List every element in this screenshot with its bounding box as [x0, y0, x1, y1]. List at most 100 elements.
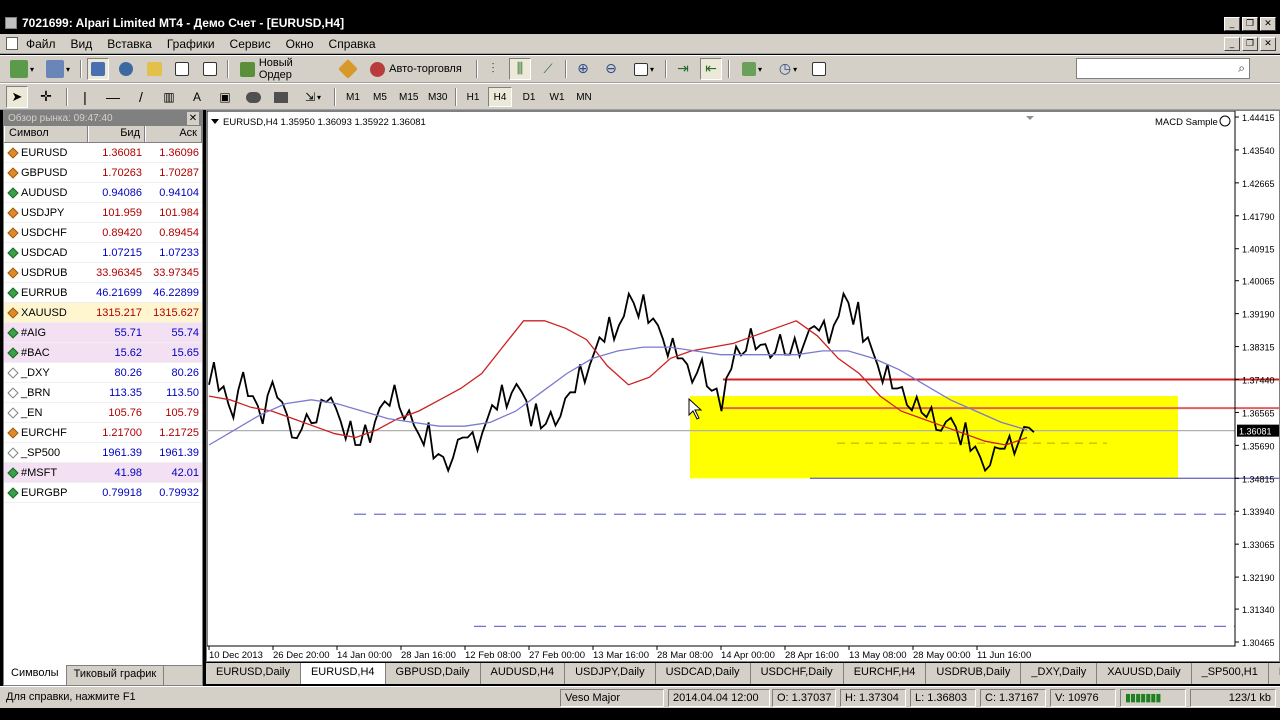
- arrows-tool[interactable]: ⇲ ▾: [298, 86, 328, 108]
- text-tool[interactable]: A: [186, 86, 208, 108]
- chart-tab[interactable]: EURUSD,Daily: [206, 663, 301, 684]
- channel-tool[interactable]: ▥: [158, 86, 180, 108]
- column-bid[interactable]: Бид: [88, 126, 145, 142]
- zoom-in-button[interactable]: ⊕: [572, 58, 594, 80]
- tester-button[interactable]: [199, 58, 221, 80]
- menu-file[interactable]: Файл: [26, 37, 56, 51]
- symbol-row[interactable]: #MSFT 41.98 42.01: [4, 463, 202, 483]
- time-axis-label: 14 Apr 00:00: [721, 650, 775, 661]
- chart-window[interactable]: 1.44415 1.43540 1.42665 1.41790 1.40915 1.400…: [206, 110, 1280, 662]
- symbol-row[interactable]: AUDUSD 0.94086 0.94104: [4, 183, 202, 203]
- vertical-line-tool[interactable]: |: [74, 86, 96, 108]
- chart-shift-button[interactable]: ⇤: [700, 58, 722, 80]
- symbol-row[interactable]: EURRUB 46.21699 46.22899: [4, 283, 202, 303]
- symbol-row[interactable]: _DXY 80.26 80.26: [4, 363, 202, 383]
- symbol-row[interactable]: USDCAD 1.07215 1.07233: [4, 243, 202, 263]
- navigator-button[interactable]: [143, 58, 165, 80]
- child-close-button[interactable]: ✕: [1260, 37, 1276, 51]
- tile-windows-button[interactable]: ▾: [628, 58, 660, 80]
- restore-button[interactable]: ❐: [1242, 17, 1258, 31]
- time-axis-label: 28 Jan 16:00: [401, 650, 456, 661]
- chart-tab[interactable]: GBPUSD,Daily: [386, 663, 481, 684]
- minimize-button[interactable]: _: [1224, 17, 1240, 31]
- symbol-row[interactable]: #AIG 55.71 55.74: [4, 323, 202, 343]
- chart-tab[interactable]: EURCHF,H4: [844, 663, 927, 684]
- symbol-row[interactable]: _SP500 1961.39 1961.39: [4, 443, 202, 463]
- search-icon[interactable]: ⌕: [1238, 61, 1245, 76]
- menu-tools[interactable]: Сервис: [230, 37, 271, 51]
- metaeditor-button[interactable]: [337, 58, 359, 80]
- symbol-name: USDCAD: [21, 246, 68, 259]
- candles-button[interactable]: ⫼: [509, 58, 531, 80]
- indicators-button[interactable]: ▾: [736, 58, 768, 80]
- child-restore-button[interactable]: ❐: [1242, 37, 1258, 51]
- price-chart[interactable]: 1.44415 1.43540 1.42665 1.41790 1.40915 1.400…: [207, 111, 1279, 661]
- menu-charts[interactable]: Графики: [167, 37, 215, 51]
- timeframe-mn[interactable]: MN: [572, 87, 596, 107]
- timeframe-h4[interactable]: H4: [488, 87, 512, 107]
- chart-tab[interactable]: EURUSD,H4: [300, 663, 386, 684]
- symbol-row[interactable]: USDJPY 101.959 101.984: [4, 203, 202, 223]
- timeframe-m30[interactable]: M30: [424, 87, 451, 107]
- menu-help[interactable]: Справка: [329, 37, 376, 51]
- symbol-row[interactable]: EURCHF 1.21700 1.21725: [4, 423, 202, 443]
- chart-tab[interactable]: USDRUB,Daily: [926, 663, 1022, 684]
- profiles-button[interactable]: ▾: [42, 58, 74, 80]
- search-input[interactable]: ⌕: [1076, 58, 1250, 79]
- symbol-row[interactable]: GBPUSD 1.70263 1.70287: [4, 163, 202, 183]
- rectangle-tool[interactable]: [270, 86, 292, 108]
- zoom-out-button[interactable]: ⊖: [600, 58, 622, 80]
- tab-tick-chart[interactable]: Тиковый график: [67, 666, 165, 685]
- timeframe-m5[interactable]: M5: [368, 87, 392, 107]
- ellipse-tool[interactable]: [242, 86, 264, 108]
- symbol-row[interactable]: USDCHF 0.89420 0.89454: [4, 223, 202, 243]
- chart-tab[interactable]: USDCHF,Daily: [751, 663, 844, 684]
- tab-symbols[interactable]: Символы: [4, 665, 67, 685]
- chart-tab[interactable]: USDCAD,Daily: [656, 663, 751, 684]
- close-button[interactable]: ✕: [1260, 17, 1276, 31]
- menu-window[interactable]: Окно: [286, 37, 314, 51]
- chart-tab[interactable]: _SP500,H1: [1192, 663, 1269, 684]
- timeframe-m1[interactable]: M1: [341, 87, 365, 107]
- chart-tab[interactable]: XAUUSD,Daily: [1097, 663, 1192, 684]
- data-window-button[interactable]: [115, 58, 137, 80]
- menu-insert[interactable]: Вставка: [107, 37, 152, 51]
- column-ask[interactable]: Аск: [145, 126, 202, 142]
- symbol-row[interactable]: #BAC 15.62 15.65: [4, 343, 202, 363]
- crosshair-tool[interactable]: ✛: [34, 86, 58, 108]
- trendline-tool[interactable]: /: [130, 86, 152, 108]
- chart-tab[interactable]: EURU: [1269, 663, 1280, 684]
- symbol-row[interactable]: EURGBP 0.79918 0.79932: [4, 483, 202, 503]
- symbol-row[interactable]: USDRUB 33.96345 33.97345: [4, 263, 202, 283]
- timeframe-h1[interactable]: H1: [461, 87, 485, 107]
- periods-button[interactable]: ◷ ▾: [772, 58, 804, 80]
- chart-tab[interactable]: _DXY,Daily: [1021, 663, 1098, 684]
- symbol-row[interactable]: _EN 105.76 105.79: [4, 403, 202, 423]
- templates-button[interactable]: [808, 58, 830, 80]
- cursor-tool[interactable]: ➤: [6, 86, 28, 108]
- line-chart-button[interactable]: ⟋: [537, 58, 559, 80]
- chart-tab[interactable]: USDJPY,Daily: [565, 663, 656, 684]
- chart-window-icon[interactable]: [6, 37, 18, 50]
- timeframe-m15[interactable]: M15: [395, 87, 422, 107]
- market-watch-toggle[interactable]: [87, 58, 109, 80]
- status-profile[interactable]: Veso Major: [560, 689, 664, 707]
- column-symbol[interactable]: Символ: [4, 126, 88, 142]
- chart-tab[interactable]: AUDUSD,H4: [481, 663, 566, 684]
- new-chart-button[interactable]: ▾: [6, 58, 38, 80]
- auto-scroll-button[interactable]: ⇥: [672, 58, 694, 80]
- timeframe-w1[interactable]: W1: [545, 87, 569, 107]
- bar-chart-button[interactable]: ⫶: [482, 58, 504, 80]
- terminal-button[interactable]: [171, 58, 193, 80]
- menu-view[interactable]: Вид: [71, 37, 93, 51]
- text-label-tool[interactable]: ▣: [214, 86, 236, 108]
- autotrading-button[interactable]: Авто-торговля: [362, 58, 470, 80]
- close-icon[interactable]: ✕: [187, 112, 199, 125]
- symbol-row[interactable]: _BRN 113.35 113.50: [4, 383, 202, 403]
- new-order-button[interactable]: Новый Ордер: [235, 57, 333, 81]
- child-minimize-button[interactable]: _: [1224, 37, 1240, 51]
- symbol-row[interactable]: EURUSD 1.36081 1.36096: [4, 143, 202, 163]
- timeframe-d1[interactable]: D1: [517, 87, 541, 107]
- horizontal-line-tool[interactable]: —: [102, 86, 124, 108]
- symbol-row[interactable]: XAUUSD 1315.217 1315.627: [4, 303, 202, 323]
